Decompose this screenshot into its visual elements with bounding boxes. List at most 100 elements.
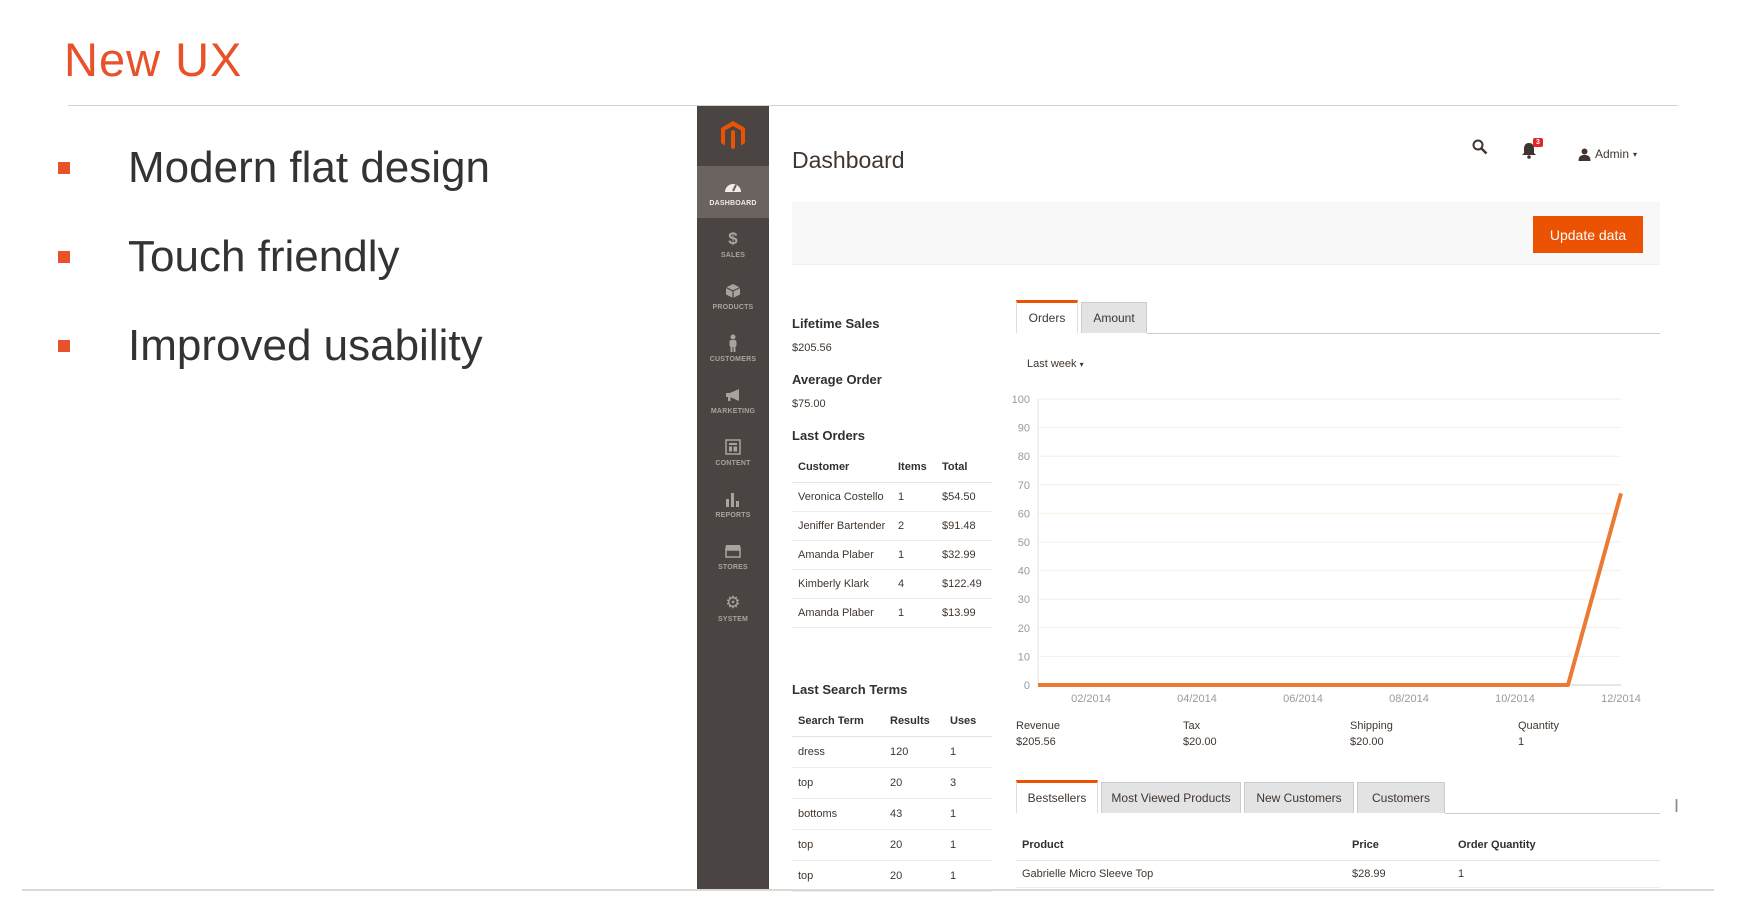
bestsellers-table: Product Price Order Quantity Gabrielle M… [1016,830,1660,888]
sidebar-item-label: CONTENT [715,460,751,467]
y-tick-label: 50 [1018,537,1030,549]
search-term-cell: top [792,767,884,799]
y-tick-label: 0 [1024,680,1030,692]
search-term-cell: bottoms [792,798,884,830]
dashboard-gauge-icon [724,177,742,197]
total-tax: Tax $20.00 [1183,718,1217,750]
tab-most-viewed-products[interactable]: Most Viewed Products [1101,782,1241,813]
items-cell: 2 [892,511,936,541]
sidebar-item-label: SALES [720,252,746,259]
x-tick-label: 06/2014 [1283,693,1323,705]
search-term-cell: top [792,860,884,892]
total-label: Revenue [1016,720,1061,732]
column-header: Product [1016,830,1346,861]
x-tick-label: 12/2014 [1601,693,1641,705]
sidebar-item-products[interactable]: PRODUCTS [697,270,769,322]
sidebar-item-sales[interactable]: $ SALES [697,218,769,270]
admin-user-menu[interactable]: Admin ▾ [1578,147,1637,161]
y-tick-label: 70 [1018,480,1030,492]
sidebar-item-dashboard[interactable]: DASHBOARD [697,166,769,218]
y-tick-label: 60 [1018,508,1030,520]
table-row[interactable]: bottoms 43 1 [792,798,992,830]
total-cell: $54.50 [936,482,992,512]
bullet-text: Improved usability [128,321,483,370]
search-term-cell: top [792,829,884,861]
table-row[interactable]: Gabrielle Micro Sleeve Top $28.99 1 [1016,860,1660,888]
table-row[interactable]: Amanda Plaber 1 $13.99 [792,598,992,628]
last-orders-table: Customer Items Total Veronica Costello 1 $… [792,452,992,628]
total-shipping: Shipping $20.00 [1350,718,1393,750]
customer-cell: Veronica Costello [792,482,892,512]
search-icon[interactable] [1472,139,1488,160]
person-icon [727,333,739,353]
box-icon [725,281,741,301]
y-tick-label: 20 [1018,623,1030,635]
notifications-button[interactable]: 3 [1521,138,1543,164]
y-tick-label: 40 [1018,566,1030,578]
total-value: $20.00 [1183,736,1217,748]
total-quantity: Quantity 1 [1518,718,1559,750]
table-row[interactable]: dress 120 1 [792,736,992,768]
total-cell: $91.48 [936,511,992,541]
results-cell: 20 [884,860,944,892]
sidebar-item-label: MARKETING [710,408,756,415]
total-label: Shipping [1350,720,1393,732]
column-header: Price [1346,830,1452,861]
table-row[interactable]: top 20 1 [792,829,992,861]
table-row[interactable]: Amanda Plaber 1 $32.99 [792,540,992,570]
y-tick-label: 10 [1018,651,1030,663]
series-line-orders [1038,492,1623,687]
sidebar-item-content[interactable]: CONTENT [697,426,769,478]
last-orders-title: Last Orders [792,428,865,443]
table-row[interactable]: Veronica Costello 1 $54.50 [792,482,992,512]
page-actions-bar [792,202,1660,265]
tab-new-customers[interactable]: New Customers [1244,782,1354,813]
column-header: Order Quantity [1452,830,1660,861]
sidebar-item-system[interactable]: ⚙ SYSTEM [697,582,769,634]
update-data-button[interactable]: Update data [1533,216,1643,253]
dollar-icon: $ [728,229,738,248]
tab-bestsellers[interactable]: Bestsellers [1016,780,1098,813]
bullet-text: Touch friendly [128,232,400,281]
tab-orders[interactable]: Orders [1016,300,1078,333]
table-row[interactable]: top 20 1 [792,860,992,892]
results-cell: 43 [884,798,944,830]
sidebar-item-stores[interactable]: STORES [697,530,769,582]
storefront-icon [724,541,742,561]
x-tick-label: 08/2014 [1389,693,1429,705]
table-row[interactable]: Kimberly Klark 4 $122.49 [792,569,992,599]
y-tick-label: 90 [1018,423,1030,435]
admin-user-label: Admin [1595,147,1630,161]
total-value: $205.56 [1016,736,1056,748]
x-tick-label: 04/2014 [1177,693,1217,705]
bullet-item: Improved usability [58,321,483,371]
user-icon [1578,148,1591,161]
items-cell: 4 [892,569,936,599]
admin-sidebar: DASHBOARD $ SALES PRODUCTS CUSTOMERS MAR… [697,106,769,889]
results-cell: 20 [884,829,944,861]
tab-customers[interactable]: Customers [1357,782,1445,813]
total-cell: $32.99 [936,540,992,570]
table-row[interactable]: top 20 3 [792,767,992,799]
layout-icon [725,437,741,457]
tab-amount[interactable]: Amount [1081,302,1147,333]
period-select[interactable]: Last week ▾ [1027,358,1084,370]
gear-icon: ⚙ [725,593,741,612]
column-header: Search Term [792,706,884,737]
magento-logo[interactable] [697,106,769,164]
total-value: $20.00 [1350,736,1384,748]
bullet-square-icon [58,251,70,263]
total-value: 1 [1518,736,1525,748]
sidebar-item-customers[interactable]: CUSTOMERS [697,322,769,374]
sidebar-item-reports[interactable]: REPORTS [697,478,769,530]
sidebar-item-marketing[interactable]: MARKETING [697,374,769,426]
bullet-square-icon [58,162,70,174]
table-row[interactable]: Jeniffer Bartender 2 $91.48 [792,511,992,541]
lifetime-sales-value: $205.56 [792,342,832,354]
column-header: Customer [792,452,892,483]
chevron-down-icon: ▾ [1079,360,1084,369]
column-header: Items [892,452,936,483]
column-header: Uses [944,706,992,737]
last-search-terms-table: Search Term Results Uses dress 120 1 top 20 3… [792,706,992,892]
last-search-terms-title: Last Search Terms [792,682,908,697]
